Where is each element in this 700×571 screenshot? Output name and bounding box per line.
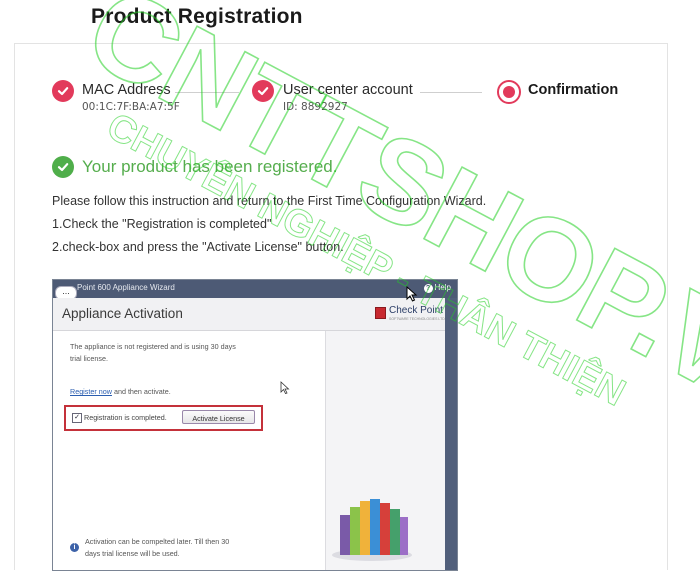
product-boxes-illustration bbox=[332, 499, 412, 561]
success-message: Your product has been registered. bbox=[82, 157, 338, 176]
check-point-logo-icon bbox=[375, 307, 386, 319]
step-3-title: Confirmation bbox=[528, 82, 619, 98]
mouse-cursor-icon bbox=[280, 381, 290, 394]
register-now-link[interactable]: Register now bbox=[70, 387, 112, 396]
help-icon: ? bbox=[423, 284, 433, 293]
info-icon: i bbox=[70, 543, 79, 552]
success-check-icon bbox=[52, 156, 74, 178]
wizard-heading: Appliance Activation bbox=[62, 306, 183, 321]
instruction-step-2: 2.check-box and press the "Activate Lice… bbox=[52, 240, 344, 254]
instruction-intro: Please follow this instruction and retur… bbox=[52, 194, 487, 208]
wizard-window-title: Point 600 Appliance Wizard bbox=[77, 283, 175, 292]
mouse-cursor-icon bbox=[406, 286, 418, 302]
step-3-active-icon bbox=[497, 80, 521, 104]
step-2-check-icon bbox=[252, 80, 274, 102]
wizard-status-text: The appliance is not registered and is u… bbox=[70, 341, 270, 365]
page-title: Product Registration bbox=[91, 5, 303, 28]
wizard-register-row: Register now and then activate. bbox=[70, 386, 171, 398]
wizard-side-panel bbox=[325, 331, 446, 570]
step-2-title: User center account bbox=[283, 82, 413, 98]
wizard-screenshot: Point 600 Appliance Wizard ? Help ... App… bbox=[52, 279, 458, 571]
registration-highlight-box: ✓ Registration is completed. Activate Li… bbox=[64, 405, 263, 431]
wizard-title-bar: Point 600 Appliance Wizard ? Help bbox=[53, 280, 457, 298]
wizard-note-line-1: Activation can be compelted later. Till … bbox=[85, 537, 230, 546]
wizard-help-label: Help bbox=[434, 283, 451, 292]
activate-license-button[interactable]: Activate License bbox=[182, 410, 255, 424]
wizard-note-line-2: days trial license will be used. bbox=[85, 549, 180, 558]
registration-completed-checkbox[interactable]: ✓ bbox=[72, 413, 82, 423]
wizard-scroll-edge bbox=[445, 298, 457, 570]
wizard-status-line-1: The appliance is not registered and is u… bbox=[70, 342, 236, 351]
instruction-step-1: 1.Check the "Registration is completed" bbox=[52, 217, 272, 231]
wizard-header: Appliance Activation Check Point SOFTWAR… bbox=[53, 298, 457, 331]
register-suffix: and then activate. bbox=[111, 387, 171, 396]
step-1-check-icon bbox=[52, 80, 74, 102]
step-2-subtitle: ID: 8892927 bbox=[283, 101, 348, 113]
step-connector bbox=[175, 92, 239, 93]
wizard-status-line-2: trial license. bbox=[70, 354, 108, 363]
step-1-title: MAC Address bbox=[82, 82, 171, 98]
step-1-subtitle: 00:1C:7F:BA:A7:5F bbox=[82, 101, 180, 113]
wizard-help: ? Help bbox=[423, 283, 451, 293]
step-connector bbox=[420, 92, 482, 93]
wizard-note: Activation can be compelted later. Till … bbox=[85, 536, 305, 560]
check-point-brand: Check Point bbox=[389, 305, 443, 316]
check-point-tagline: SOFTWARE TECHNOLOGIES LTD. bbox=[389, 317, 446, 321]
registration-completed-label: Registration is completed. bbox=[84, 413, 167, 422]
